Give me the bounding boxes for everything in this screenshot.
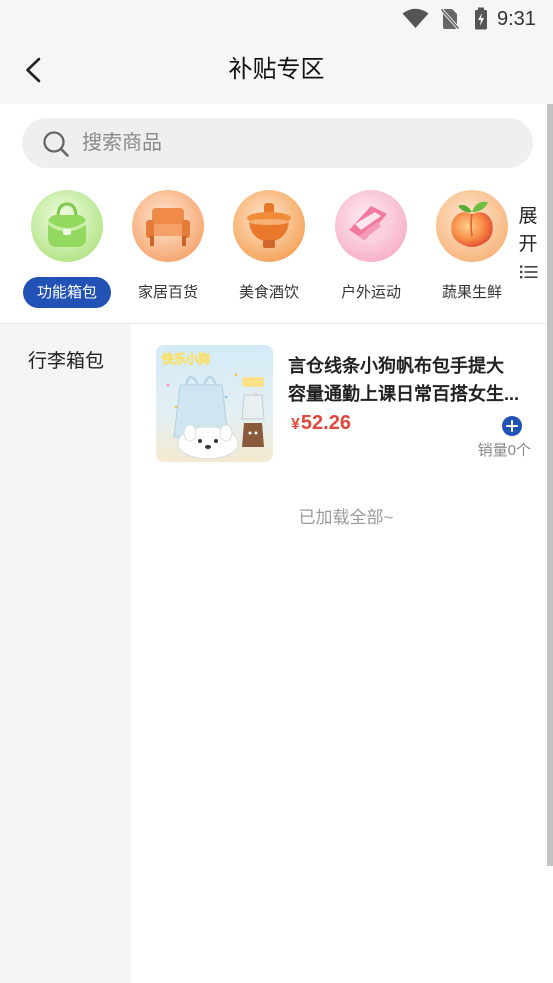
plus-circle-icon — [502, 416, 522, 436]
status-time: 9:31 — [497, 8, 536, 30]
category-item-bags[interactable]: 功能箱包 — [21, 190, 113, 310]
price-currency: ¥ — [291, 416, 300, 433]
product-price: ¥ 52.26 — [291, 412, 351, 440]
sidebar: 行李箱包 — [0, 324, 131, 983]
app-screen: 9:31 补贴专区 搜索商品 功能箱包 家居百货 美食酒饮 户外运动 蔬果生鲜 … — [0, 0, 553, 983]
category-item-food[interactable]: 美食酒饮 — [223, 190, 315, 310]
handbag-icon — [31, 190, 103, 262]
category-item-fresh[interactable]: 蔬果生鲜 — [426, 190, 518, 310]
search-icon — [42, 130, 70, 158]
search-bar[interactable] — [22, 118, 533, 168]
armchair-icon — [132, 190, 204, 262]
page-title: 补贴专区 — [228, 56, 325, 83]
product-title[interactable]: 言仓线条小狗帆布包手提大容量通勤上课日常百搭女生... — [288, 352, 521, 408]
all-loaded-note: 已加载全部~ — [298, 508, 394, 527]
sidebar-item-label: 行李箱包 — [28, 351, 105, 372]
category-label: 户外运动 — [340, 284, 401, 301]
ribbon-icon — [335, 190, 407, 262]
product-image-lettering: 快乐小狗 — [162, 351, 210, 366]
sales-count: 销量0个 — [477, 442, 531, 459]
no-sim-icon — [440, 7, 460, 30]
category-item-home[interactable]: 家居百货 — [122, 190, 214, 310]
category-label: 家居百货 — [137, 284, 198, 301]
expand-label-char: 开 — [518, 234, 538, 255]
battery-charging-icon — [474, 7, 488, 30]
add-to-cart-button[interactable] — [502, 416, 522, 436]
category-label: 蔬果生鲜 — [441, 284, 502, 301]
search-input[interactable] — [82, 118, 502, 168]
back-button[interactable] — [16, 52, 52, 88]
category-label: 美食酒饮 — [238, 284, 299, 301]
category-item-outdoor[interactable]: 户外运动 — [325, 190, 417, 310]
expand-categories-button[interactable]: 展 开 — [512, 202, 544, 282]
price-value: 52.26 — [300, 412, 351, 434]
peach-icon — [436, 190, 508, 262]
list-icon — [520, 265, 538, 279]
scrollbar[interactable] — [547, 104, 553, 866]
wifi-icon — [402, 8, 429, 29]
expand-label-char: 展 — [518, 206, 538, 227]
category-label: 功能箱包 — [23, 277, 111, 308]
sidebar-item-luggage[interactable]: 行李箱包 — [0, 342, 131, 382]
product-image[interactable]: 快乐小狗 — [156, 345, 273, 462]
hotpot-icon — [233, 190, 305, 262]
